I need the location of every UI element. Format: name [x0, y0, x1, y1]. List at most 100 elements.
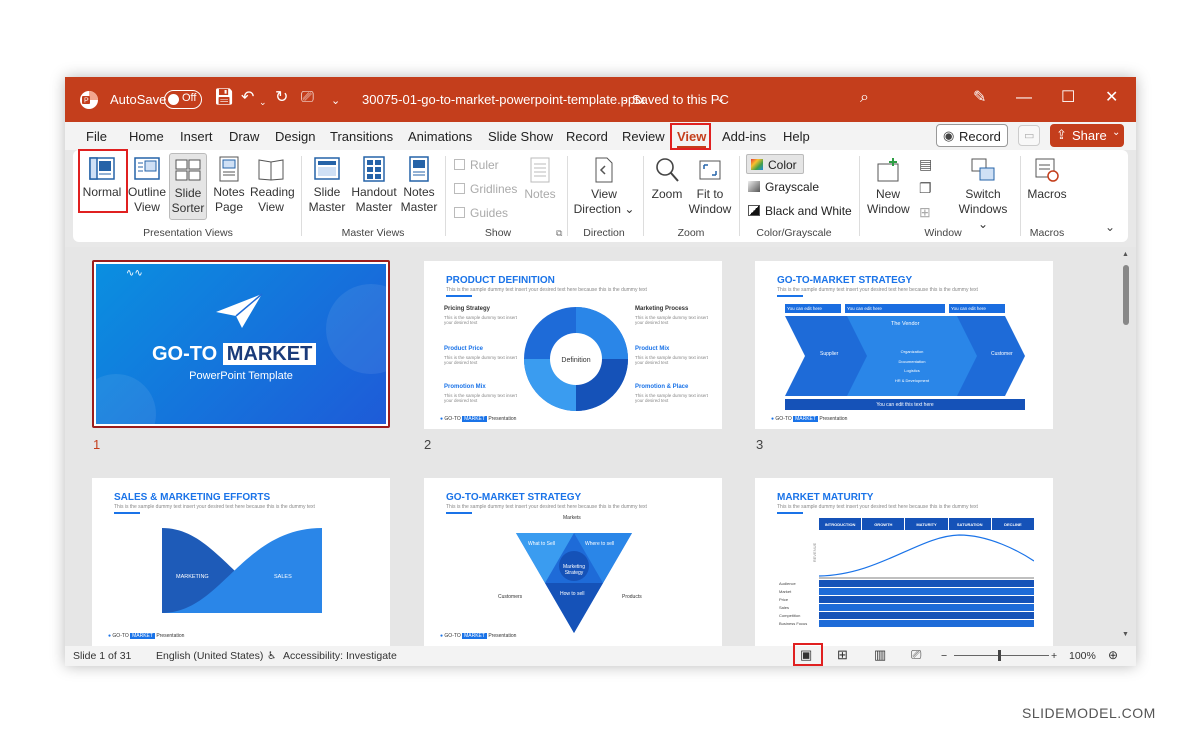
strategy-triangle: [516, 533, 632, 633]
ruler-checkbox[interactable]: Ruler: [454, 158, 499, 172]
slide-description: This is the sample dummy text insert you…: [114, 504, 315, 510]
tab-transitions[interactable]: Transitions: [330, 129, 393, 144]
outline-view-icon: [134, 157, 160, 180]
fit-slide-icon[interactable]: ⊕: [1108, 648, 1118, 662]
designer-icon[interactable]: ✎: [973, 89, 986, 107]
tab-home[interactable]: Home: [129, 129, 164, 144]
zoom-slider-thumb[interactable]: [998, 650, 1001, 661]
slide-number: 1: [93, 437, 101, 452]
tab-insert[interactable]: Insert: [180, 129, 213, 144]
checkbox-icon: [454, 159, 465, 170]
accessibility-status[interactable]: Accessibility: Investigate: [283, 650, 397, 662]
vertical-scrollbar[interactable]: ▲ ▼: [1121, 251, 1131, 641]
autosave-toggle[interactable]: Off: [164, 90, 202, 109]
view-direction-button[interactable]: View Direction ⌄: [572, 156, 636, 217]
scrollbar-thumb[interactable]: [1123, 265, 1129, 325]
new-window-icon: [877, 158, 899, 182]
customize-toolbar-icon[interactable]: ⌄: [331, 92, 340, 110]
notes-master-button[interactable]: Notes Master: [399, 156, 439, 215]
slide-sorter-button[interactable]: Slide Sorter: [169, 153, 207, 220]
slide-sorter-pane: ∿∿ GO-TO MARKET PowerPoint Template 1 PR…: [65, 247, 1136, 649]
new-window-button[interactable]: New Window: [867, 156, 910, 217]
slide-sorter-status-icon[interactable]: ⊞: [837, 647, 848, 663]
close-icon[interactable]: ✕: [1105, 89, 1118, 107]
record-button[interactable]: ◉ Record: [936, 124, 1008, 147]
maturity-table: Audience Market Price Sales Competition …: [779, 580, 1034, 628]
slide-sorter-icon: [175, 159, 201, 181]
checkbox-icon: [454, 183, 465, 194]
tab-record[interactable]: Record: [566, 129, 608, 144]
slide-thumbnail-4[interactable]: SALES & MARKETING EFFORTS This is the sa…: [92, 478, 390, 646]
group-label-color-grayscale: Color/Grayscale: [756, 227, 832, 239]
wave-icon: ∿∿: [126, 268, 143, 279]
slideshow-status-icon[interactable]: ⎚: [911, 647, 921, 663]
dialog-launcher-icon[interactable]: ⧉: [556, 228, 562, 239]
sales-marketing-diagram: [162, 528, 322, 613]
comments-button[interactable]: ▭: [1018, 125, 1040, 146]
undo-icon[interactable]: ↶: [241, 89, 254, 107]
reading-view-button[interactable]: Reading View: [250, 156, 295, 215]
reading-view-status-icon[interactable]: ▥: [874, 647, 886, 663]
share-button[interactable]: ⇪ Share ⌄: [1050, 124, 1124, 147]
slide-thumbnail-3[interactable]: GO-TO-MARKET STRATEGY This is the sample…: [755, 261, 1053, 429]
group-label-direction: Direction: [583, 227, 625, 239]
language-status[interactable]: English (United States): [156, 650, 263, 662]
svg-text:Definition: Definition: [561, 357, 590, 364]
slide-thumbnail-6[interactable]: MARKET MATURITY This is the sample dummy…: [755, 478, 1053, 646]
zoom-button[interactable]: Zoom: [649, 156, 685, 202]
notes-page-button[interactable]: Notes Page: [210, 156, 248, 215]
handout-master-button[interactable]: Handout Master: [351, 156, 397, 215]
tab-draw[interactable]: Draw: [229, 129, 259, 144]
save-icon[interactable]: 💾︎: [214, 89, 234, 107]
macros-button[interactable]: Macros: [1026, 156, 1068, 202]
redo-icon[interactable]: ↻: [275, 89, 288, 107]
fit-to-window-icon: [699, 160, 721, 180]
undo-dropdown-icon[interactable]: ⌄: [259, 93, 267, 111]
black-and-white-button[interactable]: Black and White: [748, 204, 852, 218]
minimize-icon[interactable]: —: [1016, 89, 1032, 107]
switch-windows-button[interactable]: Switch Windows ⌄: [953, 156, 1013, 232]
guides-checkbox[interactable]: Guides: [454, 206, 508, 220]
slide-description: This is the sample dummy text insert you…: [446, 504, 647, 510]
collapse-ribbon-icon[interactable]: ⌄: [1105, 220, 1115, 234]
tab-design[interactable]: Design: [275, 129, 315, 144]
save-status[interactable]: Saved to this PC: [632, 92, 729, 107]
search-icon[interactable]: ⌕: [860, 89, 869, 107]
tab-help[interactable]: Help: [783, 129, 810, 144]
outline-view-button[interactable]: Outline View: [128, 156, 166, 215]
maximize-icon[interactable]: ☐: [1061, 89, 1075, 107]
zoom-level[interactable]: 100%: [1069, 650, 1096, 662]
title-bar: P AutoSave Off 💾︎ ↶ ⌄ ↻ ⎚ ⌄ 30075-01-go-…: [65, 77, 1136, 122]
tab-file[interactable]: File: [86, 129, 107, 144]
scroll-up-icon[interactable]: ▲: [1122, 251, 1129, 258]
zoom-out-icon[interactable]: −: [941, 650, 947, 662]
slide-thumbnail-2[interactable]: PRODUCT DEFINITION This is the sample du…: [424, 261, 722, 429]
chevron-down-icon[interactable]: ⌄: [716, 92, 725, 105]
slide-thumbnail-5[interactable]: GO-TO-MARKET STRATEGY This is the sample…: [424, 478, 722, 646]
slide-subtitle: PowerPoint Template: [189, 370, 293, 382]
slide-heading: PRODUCT DEFINITION: [446, 275, 555, 286]
definition-wheel: Definition: [524, 307, 628, 411]
record-icon: ◉: [943, 128, 955, 143]
move-split-icon[interactable]: ⊞: [919, 204, 931, 221]
slide-heading: SALES & MARKETING EFFORTS: [114, 492, 271, 503]
scroll-down-icon[interactable]: ▼: [1122, 631, 1129, 638]
zoom-slider[interactable]: [954, 655, 1049, 656]
accessibility-icon[interactable]: ♿︎: [267, 650, 276, 662]
maturity-curve: [819, 534, 1034, 579]
notes-button[interactable]: Notes: [522, 156, 558, 202]
tab-animations[interactable]: Animations: [408, 129, 472, 144]
tab-add-ins[interactable]: Add-ins: [722, 129, 766, 144]
zoom-in-icon[interactable]: +: [1051, 650, 1057, 662]
tab-slide-show[interactable]: Slide Show: [488, 129, 553, 144]
slide-master-button[interactable]: Slide Master: [306, 156, 348, 215]
cascade-icon[interactable]: ❐: [919, 180, 932, 197]
tab-review[interactable]: Review: [622, 129, 665, 144]
slide-thumbnail-1[interactable]: ∿∿ GO-TO MARKET PowerPoint Template: [92, 260, 390, 428]
gridlines-checkbox[interactable]: Gridlines: [454, 182, 517, 196]
color-button[interactable]: Color: [746, 154, 804, 174]
fit-to-window-button[interactable]: Fit to Window: [688, 156, 732, 217]
present-icon[interactable]: ⎚: [301, 89, 314, 107]
grayscale-button[interactable]: Grayscale: [748, 180, 819, 194]
arrange-all-icon[interactable]: ▤: [919, 156, 932, 173]
